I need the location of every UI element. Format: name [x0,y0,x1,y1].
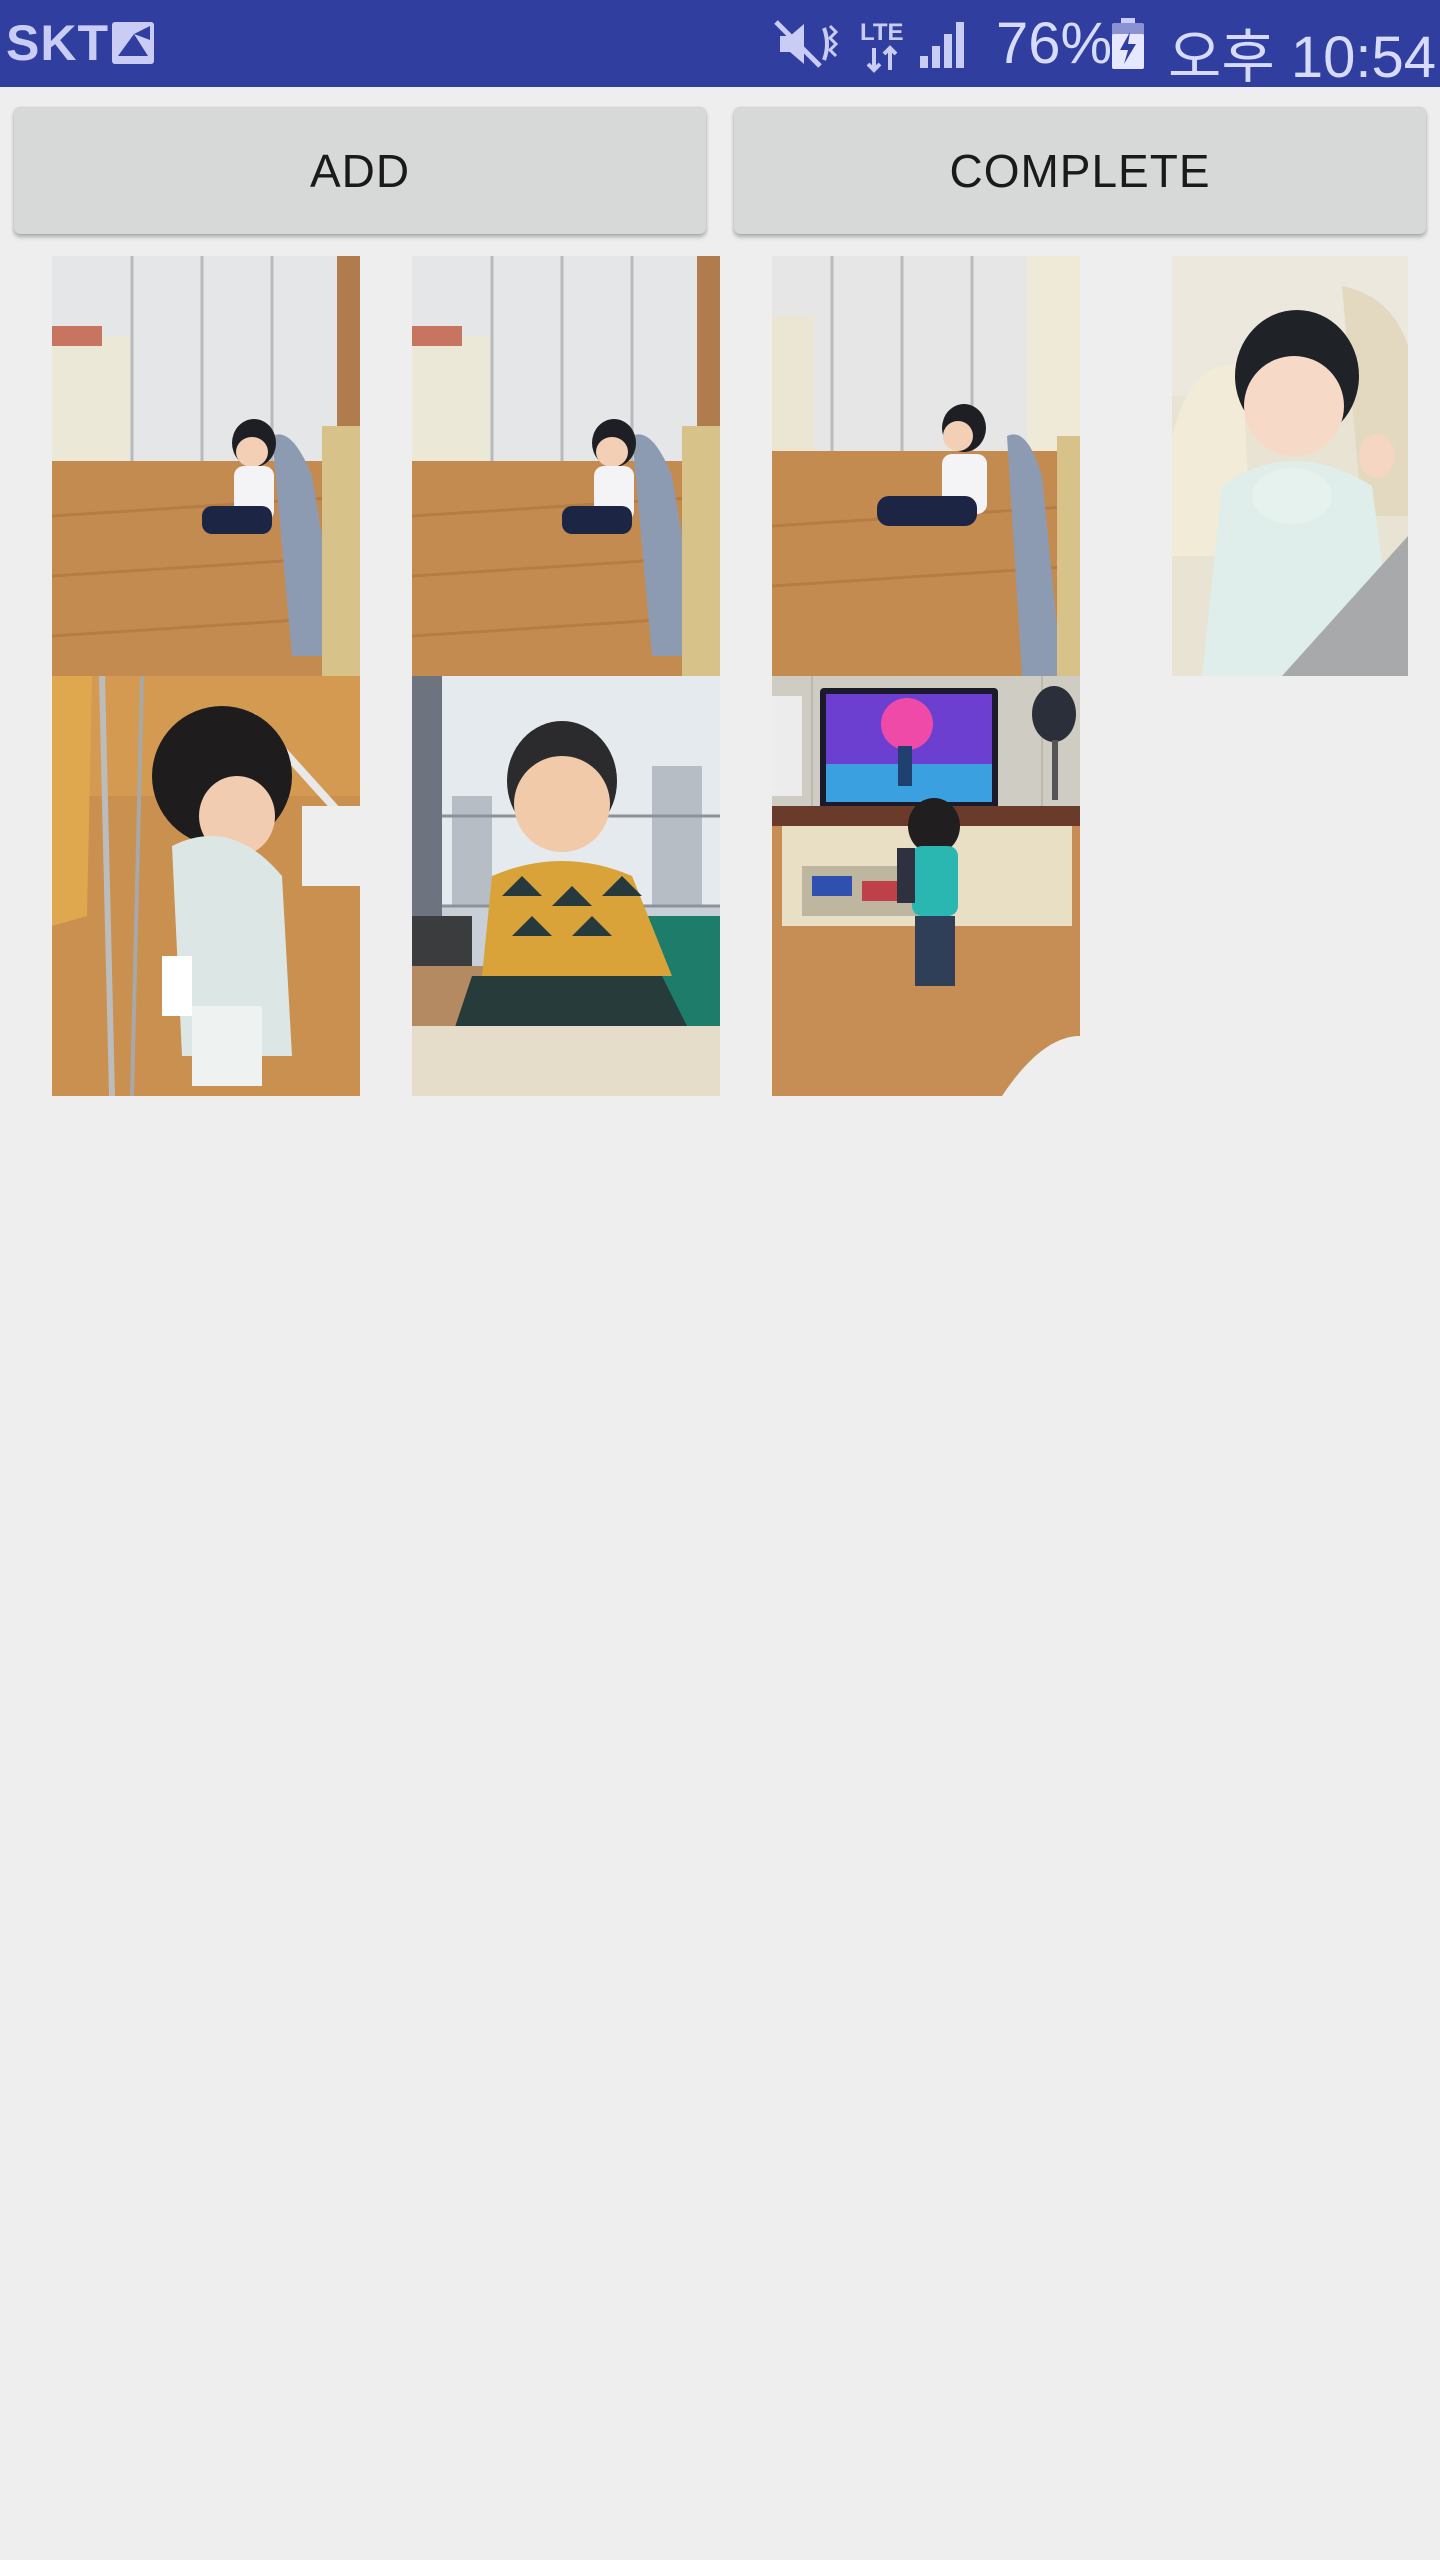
battery-percent: 76% [996,11,1113,76]
photo-thumbnail[interactable] [772,676,1080,1096]
clock: 오후 10:54 [1168,25,1436,90]
photo-thumbnail[interactable] [412,676,720,1096]
battery-charging-icon [1110,18,1146,75]
complete-button[interactable]: COMPLETE [734,107,1426,234]
photo-thumbnail[interactable] [412,256,720,676]
mute-icon [770,18,840,75]
photo-thumbnail[interactable] [52,676,360,1096]
photo-thumbnail[interactable] [772,256,1080,676]
status-bar: SKT LTE 76% 오후 10:54 [0,0,1440,90]
svg-text:LTE: LTE [860,19,904,46]
add-button[interactable]: ADD [14,107,706,234]
picture-icon [110,20,156,71]
carrier-label: SKT [6,15,109,71]
lte-icon: LTE [858,14,908,79]
signal-icon [918,18,968,75]
photo-thumbnail[interactable] [1172,256,1408,676]
photo-thumbnail[interactable] [52,256,360,676]
